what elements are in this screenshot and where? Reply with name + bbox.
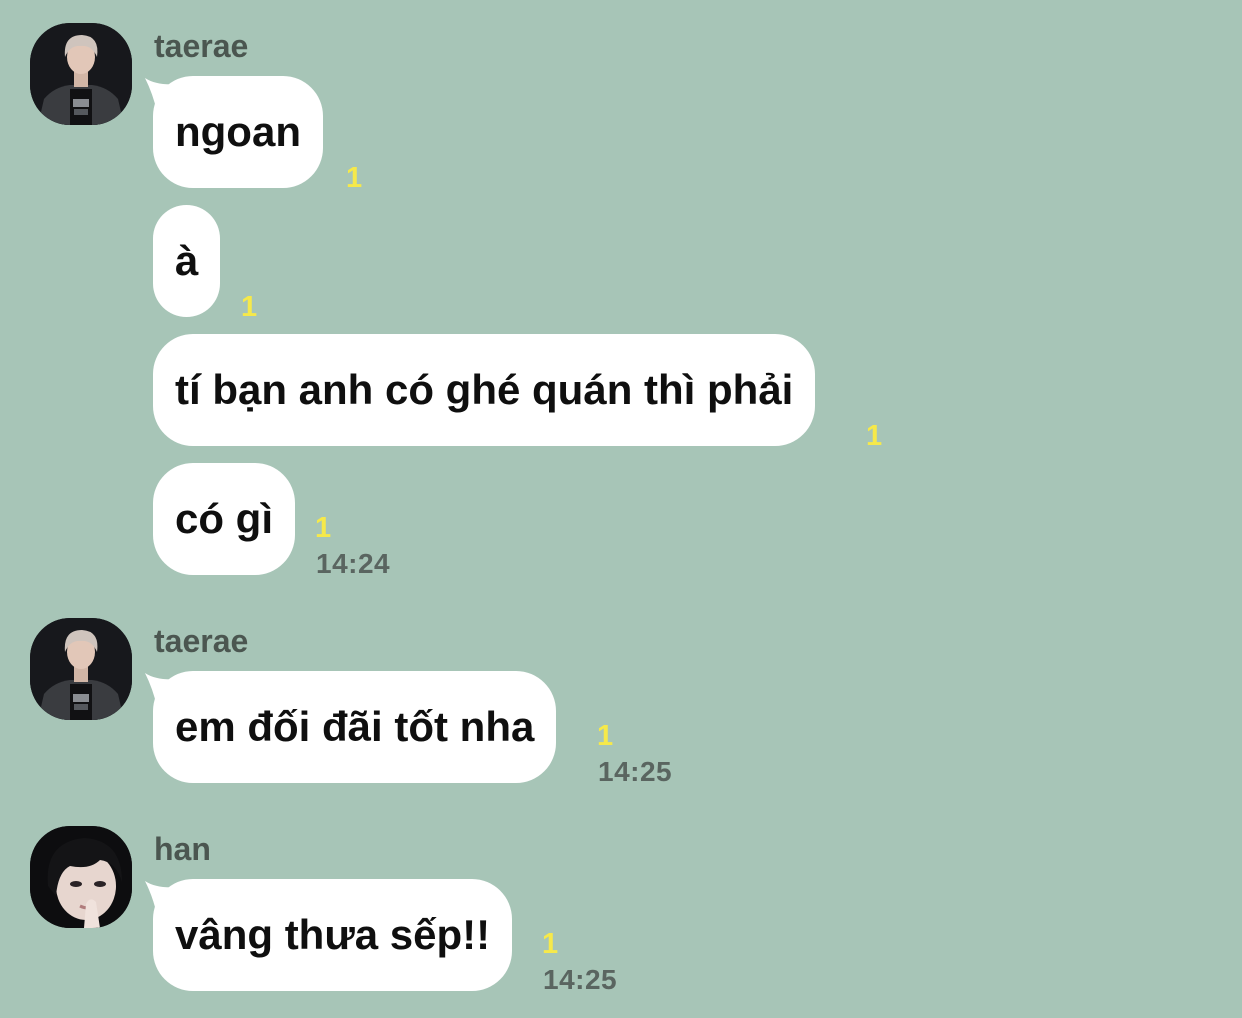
message-bubble[interactable]: tí bạn anh có ghé quán thì phải xyxy=(153,334,816,446)
message-bubble[interactable]: à xyxy=(153,205,221,317)
message-timestamp: 14:25 xyxy=(543,964,618,995)
profile-photo-icon xyxy=(30,23,132,125)
message-bubble[interactable]: có gì xyxy=(153,463,296,575)
sender-name: han xyxy=(154,831,211,867)
message-bubble[interactable]: vâng thưa sếp!! xyxy=(153,879,513,991)
message-timestamp: 14:25 xyxy=(598,756,673,787)
profile-photo-icon xyxy=(30,826,132,928)
avatar-han[interactable] xyxy=(30,826,132,928)
chat-background: taerae ngoan 1 à 1 tí bạn anh có ghé quá… xyxy=(0,0,1242,1018)
unread-count: 1 xyxy=(315,512,332,544)
unread-count: 1 xyxy=(542,928,559,960)
unread-count: 1 xyxy=(241,291,258,323)
profile-photo-icon xyxy=(30,618,132,720)
message-timestamp: 14:24 xyxy=(316,548,391,579)
unread-count: 1 xyxy=(597,720,614,752)
sender-name: taerae xyxy=(154,623,249,659)
message-bubble[interactable]: ngoan xyxy=(153,76,323,188)
unread-count: 1 xyxy=(346,162,363,194)
avatar-taerae[interactable] xyxy=(30,23,132,125)
message-bubble[interactable]: em đối đãi tốt nha xyxy=(153,671,557,783)
unread-count: 1 xyxy=(866,420,883,452)
sender-name: taerae xyxy=(154,28,249,64)
avatar-taerae[interactable] xyxy=(30,618,132,720)
